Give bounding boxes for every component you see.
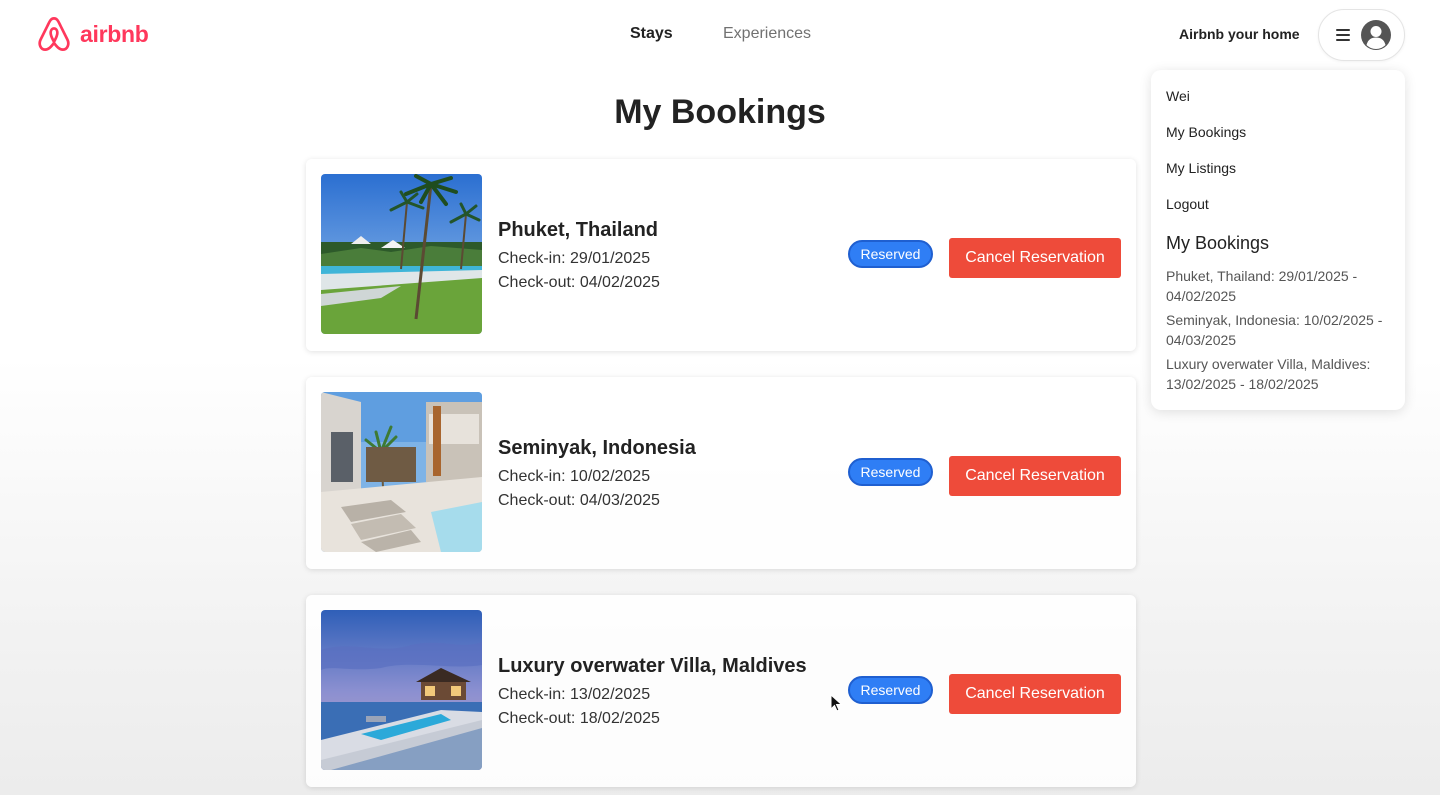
booking-title: Luxury overwater Villa, Maldives: [498, 655, 807, 677]
dropdown-booking-item: Phuket, Thailand: 29/01/2025 - 04/02/202…: [1166, 268, 1358, 304]
status-badge: Reserved: [848, 458, 933, 486]
booking-checkin: Check-in: 13/02/2025: [498, 686, 651, 703]
booking-checkout: Check-out: 18/02/2025: [498, 710, 660, 727]
cancel-reservation-button[interactable]: Cancel Reservation: [949, 456, 1121, 496]
dropdown-bookings-heading: My Bookings: [1166, 233, 1270, 253]
status-badge: Reserved: [848, 676, 933, 704]
cancel-reservation-button[interactable]: Cancel Reservation: [949, 674, 1121, 714]
booking-card: Seminyak, Indonesia Check-in: 10/02/2025…: [306, 377, 1136, 569]
booking-title: Seminyak, Indonesia: [498, 437, 696, 459]
booking-checkin: Check-in: 29/01/2025: [498, 250, 651, 267]
host-link[interactable]: Airbnb your home: [1179, 26, 1300, 42]
nav-stays[interactable]: Stays: [630, 25, 673, 43]
avatar-icon: [1360, 19, 1392, 51]
dropdown-booking-item: Seminyak, Indonesia: 10/02/2025 - 04/03/…: [1166, 312, 1383, 348]
user-menu-button[interactable]: [1318, 9, 1405, 61]
palm-beach-resort-image: [321, 174, 482, 334]
booking-checkout: Check-out: 04/02/2025: [498, 274, 660, 291]
menu-item-my-listings[interactable]: My Listings: [1166, 159, 1390, 195]
booking-title: Phuket, Thailand: [498, 219, 659, 241]
page-title: My Bookings: [614, 93, 826, 131]
mouse-cursor-icon: [830, 694, 843, 712]
booking-checkout: Check-out: 04/03/2025: [498, 492, 660, 509]
status-badge: Reserved: [848, 240, 933, 268]
booking-card: Luxury overwater Villa, Maldives Check-i…: [306, 595, 1136, 787]
booking-checkin: Check-in: 10/02/2025: [498, 468, 651, 485]
villa-pool-image: [321, 392, 482, 552]
hamburger-icon: [1336, 29, 1350, 41]
booking-card: Phuket, Thailand Check-in: 29/01/2025 Ch…: [306, 159, 1136, 351]
cancel-reservation-button[interactable]: Cancel Reservation: [949, 238, 1121, 278]
dropdown-booking-item: Luxury overwater Villa, Maldives: 13/02/…: [1166, 356, 1371, 392]
overwater-villa-image: [321, 610, 482, 770]
nav-experiences[interactable]: Experiences: [723, 25, 811, 43]
menu-item-logout[interactable]: Logout: [1166, 195, 1390, 231]
